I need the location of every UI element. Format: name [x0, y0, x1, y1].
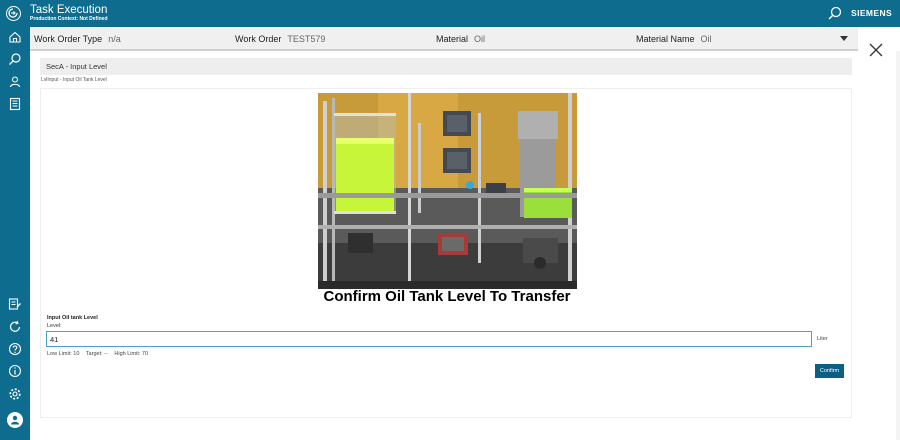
work-order-info-bar: Work Order Type n/a Work Order TEST579 Mat… — [30, 27, 858, 51]
step-path: LvlInput - Input Oil Tank Level — [41, 77, 107, 83]
material-name-label: Material Name — [636, 34, 695, 44]
unit-label: Liter — [817, 336, 828, 342]
help-icon[interactable] — [8, 342, 22, 356]
level-label: Level: — [47, 323, 62, 329]
section-header: SecA - Input Level — [40, 58, 852, 75]
confirm-button[interactable]: Confirm — [815, 364, 844, 378]
search-icon[interactable] — [8, 52, 22, 66]
task-headline: Confirm Oil Tank Level To Transfer — [323, 288, 571, 305]
material-name: Material Name Oil — [636, 34, 712, 44]
oil-tank-photo — [318, 93, 577, 289]
users-icon[interactable] — [8, 75, 22, 89]
search-icon[interactable] — [828, 6, 842, 20]
material-name-value: Oil — [700, 34, 712, 44]
material-value: Oil — [474, 34, 486, 44]
app-header: Task Execution Production Context: Not D… — [0, 0, 900, 27]
work-order-type: Work Order Type n/a — [34, 34, 121, 44]
production-context: Production Context: Not Defined — [30, 16, 108, 22]
low-limit: Low Limit: 10 — [47, 351, 80, 357]
work-order-type-value: n/a — [108, 34, 121, 44]
work-order-value: TEST579 — [287, 34, 326, 44]
refresh-icon[interactable] — [8, 320, 22, 334]
expand-caret-icon[interactable] — [840, 36, 848, 41]
scrollbar-gutter[interactable] — [896, 51, 900, 440]
task-panel: Confirm Oil Tank Level To Transfer Input… — [40, 88, 852, 418]
user-icon — [11, 415, 19, 425]
info-icon[interactable] — [8, 364, 22, 378]
close-icon[interactable] — [868, 42, 884, 58]
high-limit: High Limit: 70 — [114, 351, 149, 357]
level-input[interactable] — [46, 331, 812, 347]
material-label: Material — [436, 34, 469, 44]
work-order-type-label: Work Order Type — [34, 34, 103, 44]
tasks-icon[interactable] — [8, 297, 22, 311]
field-title: Input Oil tank Level — [47, 315, 98, 321]
material: Material Oil — [436, 34, 485, 44]
limits-row: Low Limit: 10 Target: -- High Limit: 70 — [47, 351, 153, 357]
work-order: Work Order TEST579 — [235, 34, 325, 44]
settings-icon[interactable] — [8, 387, 22, 401]
brand-logo: SIEMENS — [851, 8, 893, 18]
user-avatar[interactable] — [7, 412, 23, 428]
app-title: Task Execution — [30, 4, 108, 16]
home-icon[interactable] — [8, 30, 22, 44]
app-home-icon[interactable] — [6, 6, 21, 21]
work-order-label: Work Order — [235, 34, 282, 44]
target: Target: -- — [85, 351, 108, 357]
left-sidebar — [0, 27, 30, 440]
report-icon[interactable] — [8, 97, 22, 111]
